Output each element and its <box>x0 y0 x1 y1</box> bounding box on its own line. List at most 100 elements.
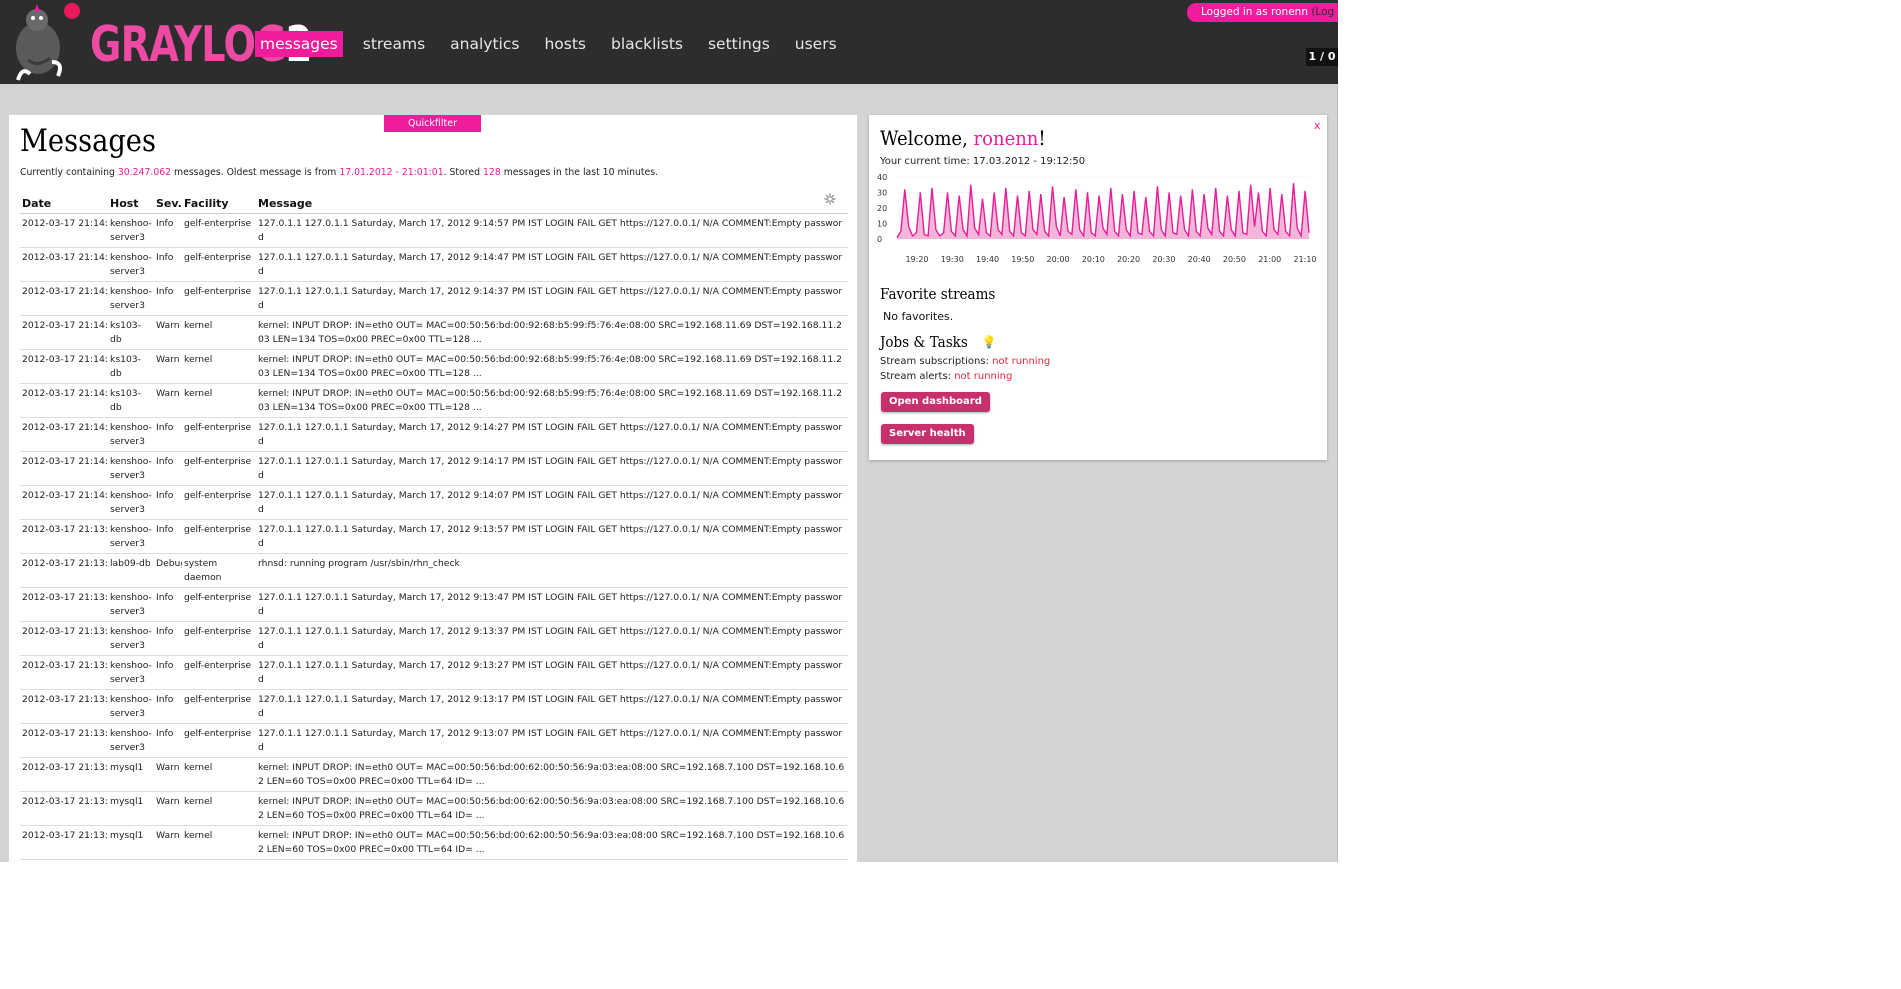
cell-host: kenshoo-server3 <box>108 213 154 248</box>
cell-facility: gelf-enterprise <box>182 587 256 622</box>
cell-date: 2012-03-17 21:13:37.0 <box>20 621 108 656</box>
summary-suffix: messages in the last 10 minutes. <box>500 167 659 178</box>
table-row[interactable]: 2012-03-17 21:14:35.553ks103-dbWarnkerne… <box>20 315 848 350</box>
summary-prefix: Currently containing <box>20 167 118 178</box>
table-row[interactable]: 2012-03-17 21:13:37.0kenshoo-server3Info… <box>20 621 848 656</box>
table-row[interactable]: 2012-03-17 21:14:17.0kenshoo-server3Info… <box>20 451 848 486</box>
close-icon[interactable]: x <box>1314 119 1321 132</box>
cell-facility: gelf-enterprise <box>182 723 256 758</box>
stream-subscriptions-status: Stream subscriptions: not running <box>880 356 1050 367</box>
welcome-heading: Welcome, ronenn! <box>880 126 1046 150</box>
cell-severity: Info <box>154 655 182 690</box>
nav-settings[interactable]: settings <box>703 31 775 57</box>
cell-host: lab09-db <box>108 553 154 588</box>
top-bar: GRAYLOG2 messages streams analytics host… <box>0 0 1338 84</box>
table-row[interactable]: 2012-03-17 21:13:52.586lab09-dbDebugsyst… <box>20 553 848 588</box>
cell-host: mysql1 <box>108 757 154 792</box>
table-row[interactable]: 2012-03-17 21:14:37.0kenshoo-server3Info… <box>20 281 848 316</box>
table-row[interactable]: 2012-03-17 21:13:47.0kenshoo-server3Info… <box>20 587 848 622</box>
stored-count: 128 <box>482 167 501 178</box>
cell-date: 2012-03-17 21:13:52.586 <box>20 553 108 588</box>
chart-y-axis: 40 30 20 10 0 <box>877 173 887 244</box>
cell-severity: Info <box>154 519 182 554</box>
message-count: 30.247.062 <box>117 167 172 178</box>
cell-facility: kernel <box>182 791 256 826</box>
nav-hosts[interactable]: hosts <box>539 31 591 57</box>
date-text: 2012-03-17 21:13:06 <box>22 830 108 841</box>
date-text: 2012-03-17 21:13:47 <box>22 592 108 603</box>
date-text: 2012-03-17 21:13:06 <box>22 796 108 807</box>
nav-messages[interactable]: messages <box>255 31 343 57</box>
cell-severity: Info <box>154 247 182 282</box>
open-dashboard-button[interactable]: Open dashboard <box>881 392 990 412</box>
favorite-streams-title: Favorite streams <box>880 285 996 303</box>
jobs-tasks-heading: Jobs & Tasks 💡 <box>880 333 996 351</box>
cell-host: kenshoo-server3 <box>108 723 154 758</box>
table-row[interactable]: 2012-03-17 21:13:57.0kenshoo-server3Info… <box>20 519 848 554</box>
table-row[interactable]: 2012-03-17 21:13:27.0kenshoo-server3Info… <box>20 655 848 690</box>
table-row[interactable]: 2012-03-17 21:14:47.0kenshoo-server3Info… <box>20 247 848 282</box>
no-favorites-text: No favorites. <box>883 310 954 323</box>
cell-facility: gelf-enterprise <box>182 655 256 690</box>
cell-message: kernel: INPUT DROP: IN=eth0 OUT= MAC=00:… <box>256 825 848 860</box>
table-row[interactable]: 2012-03-17 21:14:31.530ks103-dbWarnkerne… <box>20 349 848 384</box>
date-text: 2012-03-17 21:13:17 <box>22 694 108 705</box>
x-tick-label: 19:40 <box>976 255 999 264</box>
table-row[interactable]: 2012-03-17 21:14:27.0kenshoo-server3Info… <box>20 417 848 452</box>
cell-severity: Warn <box>154 757 182 792</box>
cell-facility: gelf-enterprise <box>182 247 256 282</box>
cell-host: kenshoo-server3 <box>108 485 154 520</box>
cell-message: 127.0.1.1 127.0.1.1 Saturday, March 17, … <box>256 485 848 520</box>
chart-x-axis: 19:20 19:30 19:40 19:50 20:00 20:10 20:20 20:30… <box>905 255 1316 264</box>
cell-facility: gelf-enterprise <box>182 417 256 452</box>
cell-message: 127.0.1.1 127.0.1.1 Saturday, March 17, … <box>256 621 848 656</box>
messages-table-body: 2012-03-17 21:14:57.0kenshoo-server3Info… <box>20 213 848 862</box>
table-row[interactable]: 2012-03-17 21:13:06.368mysql1Warnkernelk… <box>20 791 848 826</box>
table-row[interactable]: 2012-03-17 21:14:28.729ks103-dbWarnkerne… <box>20 383 848 418</box>
cell-message: kernel: INPUT DROP: IN=eth0 OUT= MAC=00:… <box>256 349 848 384</box>
cell-message: rhnsd: running program /usr/sbin/rhn_che… <box>256 553 848 588</box>
table-row[interactable]: 2012-03-17 21:14:57.0kenshoo-server3Info… <box>20 213 848 248</box>
quickfilter-button[interactable]: Quickfilter <box>384 115 481 132</box>
jobs-tasks-title: Jobs & Tasks <box>880 333 968 351</box>
table-row[interactable]: 2012-03-17 21:13:06.371mysql1Warnkernelk… <box>20 757 848 792</box>
nav-streams[interactable]: streams <box>358 31 430 57</box>
cell-host: ks103-db <box>108 349 154 384</box>
app-right-border <box>1337 84 1338 862</box>
graylog-logo[interactable]: GRAYLOG2 <box>10 2 312 88</box>
messages-panel: Quickfilter Messages Currently containin… <box>9 115 857 862</box>
cell-host: ks103-db <box>108 383 154 418</box>
cell-message: 127.0.1.1 127.0.1.1 Saturday, March 17, … <box>256 247 848 282</box>
table-row[interactable]: 2012-03-17 21:14:07.0kenshoo-server3Info… <box>20 485 848 520</box>
date-text: 2012-03-17 21:14:28 <box>22 388 108 399</box>
table-row[interactable]: 2012-03-17 21:13:17.0kenshoo-server3Info… <box>20 689 848 724</box>
server-health-button[interactable]: Server health <box>881 424 974 444</box>
cell-message: kernel: INPUT DROP: IN=eth0 OUT= MAC=00:… <box>256 791 848 826</box>
cell-severity: Info <box>154 213 182 248</box>
date-text: 2012-03-17 21:13:27 <box>22 660 108 671</box>
nav-analytics[interactable]: analytics <box>445 31 524 57</box>
nav-blacklists[interactable]: blacklists <box>606 31 688 57</box>
cell-severity: Info <box>154 417 182 452</box>
alerts-status: not running <box>954 371 1013 382</box>
cell-severity: Info <box>154 451 182 486</box>
x-tick-label: 19:50 <box>1011 255 1034 264</box>
nav-users[interactable]: users <box>790 31 842 57</box>
message-volume-chart: 40 30 20 10 0 19:20 19:30 19:40 19:50 20:00 20:10… <box>877 173 1317 264</box>
logout-link[interactable]: (Log out) <box>1311 6 1338 18</box>
login-text: Logged in as ronenn <box>1201 6 1308 18</box>
table-row[interactable]: 2012-03-17 21:13:06.365mysql1Warnkernelk… <box>20 825 848 860</box>
cell-severity: Debug <box>154 553 182 588</box>
date-text: 2012-03-17 21:14:37 <box>22 286 108 297</box>
table-row[interactable]: 2012-03-17 21:13:07.0kenshoo-server3Info… <box>20 723 848 758</box>
date-text: 2012-03-17 21:13:37 <box>22 626 108 637</box>
alerts-label: Stream alerts: <box>880 371 955 382</box>
cell-date: 2012-03-17 21:13:17.0 <box>20 689 108 724</box>
date-text: 2012-03-17 21:14:57 <box>22 218 108 229</box>
cell-facility: kernel <box>182 315 256 350</box>
cell-date: 2012-03-17 21:13:06.365 <box>20 825 108 860</box>
cell-host: mysql1 <box>108 859 154 862</box>
summary-mid2: . Stored <box>443 167 483 178</box>
table-row[interactable]: 2012-03-17 21:13:04.309mysql1Warnkernelk… <box>20 859 848 862</box>
cell-message: 127.0.1.1 127.0.1.1 Saturday, March 17, … <box>256 587 848 622</box>
